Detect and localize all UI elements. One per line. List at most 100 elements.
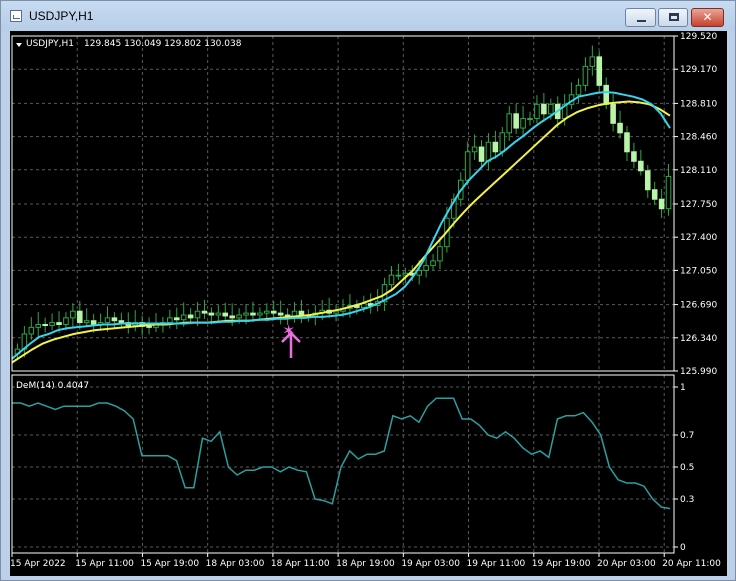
bull-candle [665,175,672,210]
chart-svg[interactable]: ✶ 15 Apr 2022 15 Apr 11:00 15 Apr 19:00 18 … [10,31,727,576]
bull-candle [471,146,478,153]
bear-candle [42,323,48,326]
bull-candle [236,314,242,319]
bear-candle [638,160,644,172]
bull-candle [582,65,589,86]
x-tick-label: 19 Apr 03:00 [401,559,460,569]
maximize-icon [669,13,679,21]
bear-candle [187,314,194,319]
bear-candle [201,310,208,314]
price-tick-label: 128.460 [680,133,717,143]
bear-candle [610,103,616,124]
bear-candle [111,317,118,322]
price-tick-label: 129.170 [680,65,717,75]
demarker-tick-label: 0.7 [680,431,694,441]
bull-candle [49,322,55,326]
symbol-label: USDJPY,H1 [26,39,74,49]
bear-candle [56,322,62,325]
ohlc-label: 129.845 130.049 129.802 130.038 [84,39,242,49]
bear-candle [208,312,215,316]
bull-candle [575,84,582,96]
chart-window-icon [10,10,22,22]
bull-candle [83,320,90,324]
x-tick-label: 19 Apr 19:00 [532,559,591,569]
bear-candle [617,122,623,134]
bull-candle [395,274,402,277]
bull-candle [520,118,526,129]
x-tick-label: 19 Apr 11:00 [467,559,526,569]
bear-candle [90,320,97,325]
price-tick-label: 128.110 [680,166,717,176]
bull-candle [437,246,443,262]
bear-candle [277,312,284,316]
x-tick-label: 15 Apr 19:00 [140,559,199,569]
bear-candle [478,146,485,162]
bear-candle [77,310,83,324]
bull-candle [35,323,42,328]
bear-candle [603,84,609,105]
bull-candle [534,103,540,120]
bear-candle [173,317,180,321]
bull-candle [63,317,69,325]
bull-candle [506,113,513,134]
bear-candle [492,141,499,153]
bear-candle [146,325,152,328]
price-tick-label: 128.810 [680,99,717,109]
price-tick-label: 129.520 [680,32,717,42]
bull-candle [485,141,492,162]
demarker-tick-label: 0.5 [680,463,694,473]
bull-candle [243,312,249,316]
bull-candle [430,260,436,267]
close-icon: ✕ [702,10,713,24]
window-title: USDJPY,H1 [29,9,94,23]
bull-candle [70,310,76,319]
bear-candle [624,132,630,153]
x-tick-label: 20 Apr 03:00 [597,559,656,569]
symbol-menu-icon [16,43,22,47]
chart-area[interactable]: ✶ 15 Apr 2022 15 Apr 11:00 15 Apr 19:00 18 … [10,31,727,576]
bull-candle [180,314,187,321]
bull-candle [464,151,471,181]
bear-candle [658,198,665,210]
bear-candle [651,189,658,200]
bull-candle [104,317,111,324]
bear-candle [118,320,125,324]
ma-slow-line [11,100,671,364]
candles [14,45,672,359]
demarker-label: DeM(14) 0.4047 [16,381,89,391]
bear-candle [250,312,256,316]
x-tick-label: 18 Apr 11:00 [271,559,330,569]
bull-candle [215,312,222,316]
price-tick-label: 126.340 [680,334,717,344]
bear-candle [541,103,547,115]
bull-candle [527,118,533,121]
bear-candle [596,56,603,86]
bear-candle [229,315,235,319]
indicator-lines [11,90,671,510]
bear-candle [631,151,637,162]
bull-candle [28,326,35,335]
price-tick-label: 127.050 [680,266,717,276]
minimize-icon [637,20,646,22]
title-bar[interactable]: USDJPY,H1 ✕ [1,1,735,31]
maximize-button[interactable] [658,8,688,27]
bull-candle [589,56,596,67]
ma-fast-line [11,90,671,360]
x-tick-label: 15 Apr 2022 [10,559,66,569]
bull-candle [499,132,506,153]
x-tick-label: 15 Apr 11:00 [75,559,134,569]
price-tick-label: 125.990 [680,367,717,377]
x-tick-label: 20 Apr 11:00 [662,559,721,569]
bull-candle [167,317,173,324]
minimize-button[interactable] [625,8,656,27]
bear-candle [298,310,305,316]
bull-candle [194,310,201,319]
signal-marker: ✶ [281,321,301,358]
demarker-tick-label: 1 [680,383,686,393]
x-tick-label: 18 Apr 03:00 [206,559,265,569]
demarker-tick-label: 0.3 [680,495,694,505]
bull-candle [423,265,429,271]
close-button[interactable]: ✕ [691,8,724,27]
price-tick-label: 127.750 [680,200,717,210]
bear-candle [222,312,229,317]
